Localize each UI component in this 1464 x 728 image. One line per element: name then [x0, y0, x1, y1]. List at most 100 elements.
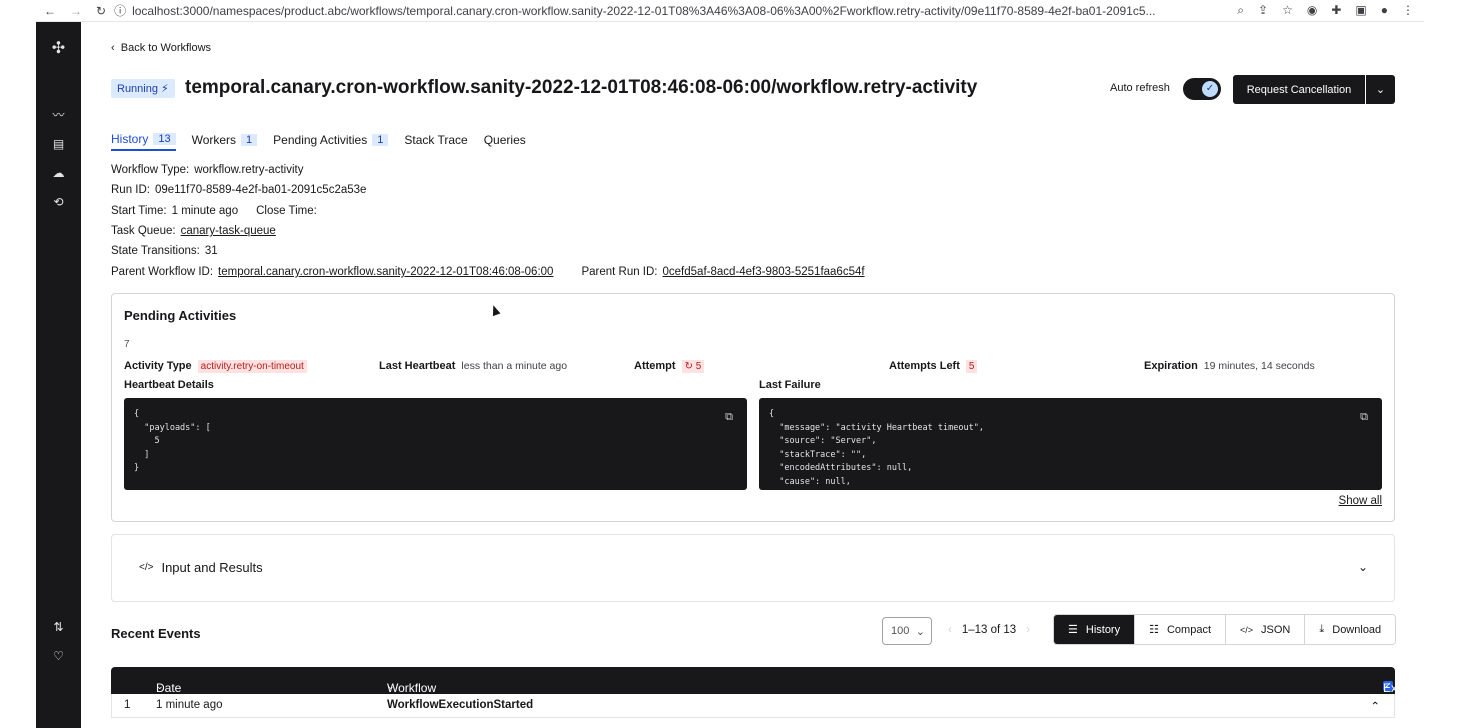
- list-icon: ☰: [1068, 624, 1078, 636]
- workflow-type-value: workflow.retry-activity: [194, 164, 304, 176]
- tab-label: Workers: [191, 133, 237, 147]
- copy-icon[interactable]: ⧉: [725, 410, 733, 424]
- back-to-workflows-link[interactable]: ‹ Back to Workflows: [111, 42, 211, 54]
- sort-icon: ⌄: [156, 681, 164, 691]
- pending-activities-card: Pending Activities 7 Activity Type activi…: [111, 293, 1395, 522]
- expiration-value: 19 minutes, 14 seconds: [1203, 360, 1315, 372]
- download-button[interactable]: ⤓ Download: [1305, 615, 1396, 644]
- avatar[interactable]: ●: [1381, 3, 1388, 18]
- state-transitions-value: 31: [204, 245, 218, 257]
- tab-pending-activities[interactable]: Pending Activities 1: [273, 132, 389, 151]
- event-type: WorkflowExecutionStarted: [387, 699, 534, 711]
- browser-toolbar: ← → ↻ ⓘ localhost:3000/namespaces/produc…: [36, 0, 1424, 22]
- tab-queries[interactable]: Queries: [484, 132, 526, 151]
- input-and-results-panel[interactable]: </> Input and Results ⌄: [111, 534, 1395, 602]
- heartbeat-details-label: Heartbeat Details: [124, 379, 214, 391]
- back-link-label: Back to Workflows: [120, 42, 212, 54]
- event-index: 1: [124, 699, 131, 711]
- running-icon: ⚡︎: [161, 83, 169, 95]
- auto-refresh-label: Auto refresh: [1110, 82, 1170, 94]
- zoom-icon[interactable]: ⌕: [1237, 3, 1244, 18]
- expiration-field: Expiration 19 minutes, 14 seconds: [1144, 360, 1315, 372]
- cloud-icon[interactable]: ☁: [36, 166, 81, 180]
- status-label: Running: [117, 83, 158, 95]
- heart-icon[interactable]: ♡: [36, 649, 81, 663]
- table-row[interactable]: 1 1 minute ago WorkflowExecutionStarted …: [111, 694, 1395, 718]
- run-id-row: Run ID: 09e11f70-8589-4e2f-ba01-2091c5c2a…: [111, 184, 366, 196]
- history-icon[interactable]: ⟲: [36, 195, 81, 209]
- main-content: ‹ Back to Workflows Running ⚡︎ temporal.…: [81, 22, 1424, 728]
- copy-icon[interactable]: ⧉: [1360, 410, 1368, 424]
- parent-run-key: Parent Run ID:: [581, 266, 658, 278]
- tab-workers[interactable]: Workers 1: [192, 132, 258, 151]
- sidebar: ✣ 〰 ▤ ☁ ⟲ ⇅ ♡: [36, 22, 81, 728]
- tab-label: Pending Activities: [273, 133, 368, 147]
- task-queue-row: Task Queue: canary-task-queue: [111, 225, 276, 237]
- attempt-number: 5: [695, 361, 702, 372]
- tab-label: Queries: [483, 133, 526, 147]
- attempt-value: ↻ 5: [681, 360, 705, 373]
- time-row: Start Time: 1 minute ago Close Time:: [111, 205, 322, 217]
- compact-view-button[interactable]: ☷ Compact: [1135, 615, 1227, 644]
- parent-row: Parent Workflow ID: temporal.canary.cron-…: [111, 266, 865, 278]
- attempts-left-field: Attempts Left 5: [889, 360, 978, 373]
- heartbeat-code-text: { "payloads": [ 5 ] }: [134, 409, 211, 473]
- view-label: JSON: [1261, 623, 1291, 636]
- auto-refresh-toggle[interactable]: ✓: [1183, 78, 1221, 100]
- chevron-down-icon: ⌄: [387, 681, 395, 691]
- sort-icon[interactable]: ⇅: [36, 620, 81, 634]
- view-label: Download: [1332, 623, 1382, 636]
- parent-workflow-link[interactable]: temporal.canary.cron-workflow.sanity-202…: [218, 266, 553, 278]
- browser-tools: ⌕ ⇪ ☆ ◉ ✚ ▣ ● ⋮: [1237, 3, 1424, 18]
- check-icon: ✓: [1202, 81, 1218, 97]
- menu-icon[interactable]: ⋮: [1402, 3, 1414, 18]
- per-page-value: 100: [891, 625, 910, 637]
- per-page-select[interactable]: 100 ⌄: [882, 617, 932, 645]
- extension-icon[interactable]: ◉: [1307, 3, 1317, 18]
- workflows-icon[interactable]: 〰: [36, 108, 81, 122]
- chevron-up-icon[interactable]: ⌃: [1370, 699, 1380, 713]
- tab-history[interactable]: History 13: [111, 132, 176, 151]
- window-gutter-right: [1424, 0, 1464, 728]
- json-view-button[interactable]: </> JSON: [1226, 615, 1306, 644]
- view-label: Compact: [1166, 623, 1212, 636]
- failure-code-text: { "message": "activity Heartbeat timeout…: [769, 409, 984, 487]
- puzzle-icon[interactable]: ✚: [1331, 3, 1341, 18]
- star-icon[interactable]: ☆: [1282, 3, 1293, 18]
- task-queue-link[interactable]: canary-task-queue: [181, 225, 276, 237]
- reload-icon[interactable]: ↻: [96, 4, 106, 18]
- show-all-link[interactable]: Show all: [1339, 495, 1382, 507]
- input-and-results-header: </> Input and Results: [139, 560, 263, 575]
- events-table-header: Date & Time ⌄ Workflow Events ⌄ ✓ Expand …: [111, 667, 1424, 723]
- chevron-down-icon[interactable]: ⌄: [1366, 75, 1395, 104]
- share-icon[interactable]: ⇪: [1258, 3, 1268, 18]
- pagination: ‹ 1–13 of 13 ›: [948, 624, 1030, 636]
- parent-run-link[interactable]: 0cefd5af-8acd-4ef3-9803-5251faa6c54f: [663, 266, 865, 278]
- tab-label: History: [111, 132, 149, 146]
- state-transitions-key: State Transitions:: [111, 245, 200, 257]
- input-and-results-label: Input and Results: [161, 560, 263, 575]
- chevron-down-icon[interactable]: ⌄: [1358, 560, 1368, 574]
- start-time-key: Start Time:: [111, 205, 167, 217]
- workflow-type-row: Workflow Type: workflow.retry-activity: [111, 164, 303, 176]
- history-view-button[interactable]: ☰ History: [1054, 615, 1136, 644]
- last-heartbeat-value: less than a minute ago: [461, 360, 568, 372]
- window-gutter-left: [0, 0, 36, 728]
- address-bar[interactable]: localhost:3000/namespaces/product.abc/wo…: [126, 4, 1237, 18]
- chevron-left-icon[interactable]: ‹: [948, 624, 952, 636]
- start-time-value: 1 minute ago: [171, 205, 239, 217]
- page-title: temporal.canary.cron-workflow.sanity-202…: [185, 77, 978, 98]
- temporal-logo-icon[interactable]: ✣: [36, 41, 81, 57]
- arrow-left-icon[interactable]: ←: [44, 4, 56, 18]
- last-heartbeat-key: Last Heartbeat: [379, 360, 456, 372]
- run-id-value: 09e11f70-8589-4e2f-ba01-2091c5c2a53e: [155, 184, 367, 196]
- tab-stack-trace[interactable]: Stack Trace: [404, 132, 467, 151]
- schedules-icon[interactable]: ▤: [36, 137, 81, 151]
- pending-activities-title: Pending Activities: [124, 308, 237, 323]
- info-icon[interactable]: ⓘ: [114, 2, 126, 19]
- request-cancellation-button[interactable]: Request Cancellation: [1233, 75, 1365, 104]
- sidepanel-icon[interactable]: ▣: [1355, 3, 1366, 18]
- chevron-right-icon[interactable]: ›: [1026, 624, 1030, 636]
- attempt-field: Attempt ↻ 5: [634, 360, 705, 373]
- arrow-right-icon[interactable]: →: [70, 4, 82, 18]
